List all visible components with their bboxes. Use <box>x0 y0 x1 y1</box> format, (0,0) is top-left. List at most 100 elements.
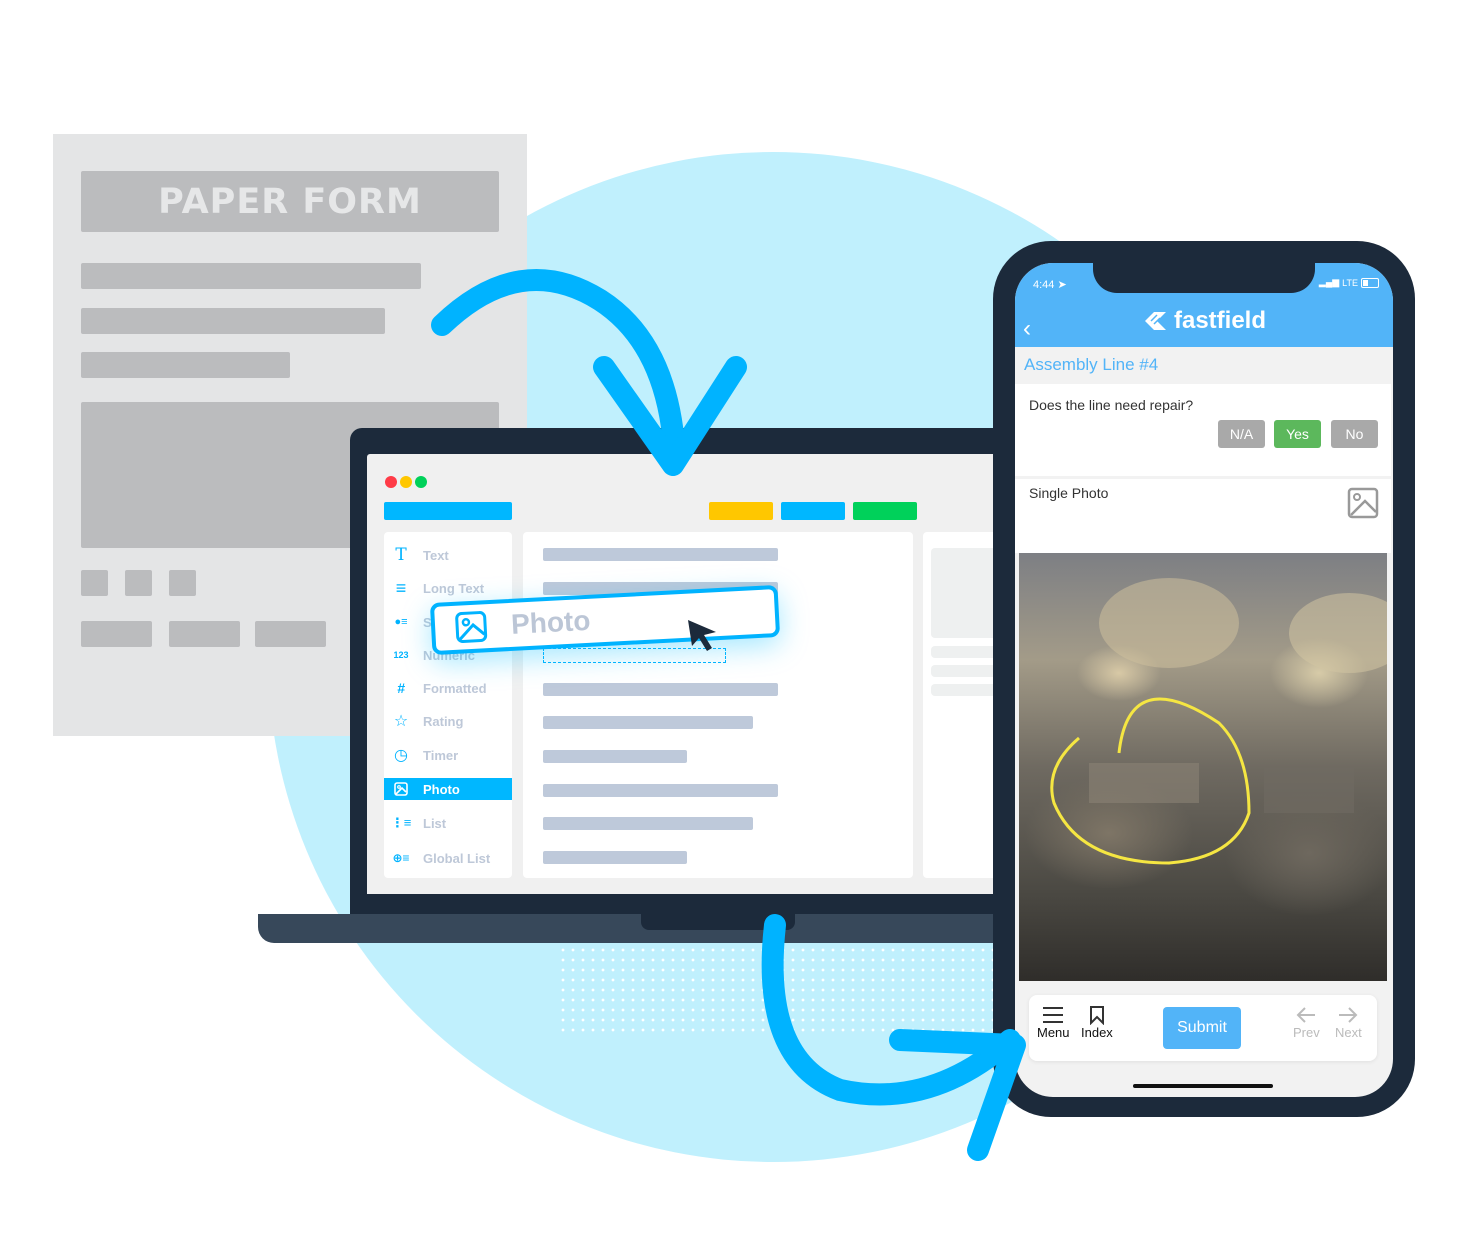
dragged-field-label: Photo <box>510 604 592 640</box>
option-yes-button[interactable]: Yes <box>1274 420 1321 448</box>
form-builder-window: T Text ≡ Long Text ●≡ Single 123 Numeric… <box>367 454 997 894</box>
palette-item-label: Formatted <box>423 680 487 696</box>
mouse-cursor-icon <box>688 620 716 651</box>
captured-photo[interactable] <box>1019 553 1387 981</box>
numeric-icon: 123 <box>393 650 409 660</box>
palette-item-text[interactable]: T Text <box>384 544 512 566</box>
palette-item-rating[interactable]: ☆ Rating <box>384 710 512 732</box>
question-single-photo: Single Photo <box>1015 479 1391 553</box>
hash-icon: # <box>397 680 405 696</box>
paper-checkbox <box>125 570 152 596</box>
submit-button[interactable]: Submit <box>1163 1007 1241 1049</box>
form-field-placeholder[interactable] <box>543 548 778 561</box>
window-maximize-button[interactable] <box>415 476 427 488</box>
form-canvas[interactable] <box>523 532 913 878</box>
palette-item-list[interactable]: ⋮≡ List <box>384 812 512 834</box>
status-time: 4:44 ➤ <box>1033 279 1067 291</box>
prev-label: Prev <box>1293 1025 1320 1040</box>
properties-line <box>931 665 997 677</box>
paper-line <box>81 308 385 334</box>
text-type-icon: T <box>395 545 407 565</box>
paper-checkbox <box>169 570 196 596</box>
laptop-base <box>258 914 998 943</box>
single-select-icon: ●≡ <box>394 616 408 628</box>
hamburger-icon <box>1043 1007 1064 1023</box>
form-field-placeholder[interactable] <box>543 851 687 864</box>
fastfield-logo-icon <box>1144 312 1166 330</box>
form-field-placeholder[interactable] <box>543 784 778 797</box>
battery-icon <box>1361 277 1379 288</box>
index-button[interactable]: Index <box>1081 1005 1113 1040</box>
properties-line <box>931 684 997 696</box>
phone-notch <box>1093 263 1315 293</box>
form-field-placeholder[interactable] <box>543 683 778 696</box>
app-name: fastfield <box>1173 307 1266 334</box>
properties-panel <box>923 532 997 878</box>
properties-preview <box>931 548 997 638</box>
palette-item-label: Text <box>423 547 449 563</box>
long-text-icon: ≡ <box>395 577 407 598</box>
list-icon: ⋮≡ <box>390 815 412 830</box>
form-field-placeholder[interactable] <box>543 750 687 763</box>
photo-icon <box>454 610 488 644</box>
signal-icon: ▂▄▆ <box>1318 277 1340 287</box>
photo-icon <box>384 782 418 796</box>
paper-checkbox <box>81 570 108 596</box>
next-button[interactable]: Next <box>1335 1005 1362 1040</box>
question-repair: Does the line need repair? N/A Yes No <box>1015 384 1391 476</box>
palette-item-label: Timer <box>423 747 459 763</box>
palette-item-formatted[interactable]: # Formatted <box>384 677 512 699</box>
next-label: Next <box>1335 1025 1362 1040</box>
arrow-left-icon <box>1296 1007 1316 1023</box>
form-name: Assembly Line #4 <box>1024 355 1159 374</box>
prev-button[interactable]: Prev <box>1293 1005 1320 1040</box>
global-list-icon: ⊕≡ <box>392 851 410 865</box>
paper-form-title: PAPER FORM <box>81 171 499 232</box>
app-header: 4:44 ➤ ▂▄▆ LTE ‹ fastfield <box>1015 263 1393 347</box>
bottom-navigation: Menu Index Submit Prev Next <box>1029 995 1377 1061</box>
status-indicators: ▂▄▆ LTE <box>1319 277 1379 288</box>
toolbar-button-blue[interactable] <box>781 502 845 520</box>
toolbar-title-bar <box>384 502 512 520</box>
app-logo: fastfield <box>1015 307 1393 335</box>
window-minimize-button[interactable] <box>400 476 412 488</box>
paper-line <box>81 263 421 289</box>
option-na-button[interactable]: N/A <box>1218 420 1265 448</box>
form-field-placeholder[interactable] <box>543 716 753 729</box>
field-palette: T Text ≡ Long Text ●≡ Single 123 Numeric… <box>384 532 512 878</box>
form-field-placeholder[interactable] <box>543 817 753 830</box>
option-no-button[interactable]: No <box>1331 420 1378 448</box>
palette-item-long-text[interactable]: ≡ Long Text <box>384 577 512 599</box>
bookmark-icon <box>1089 1006 1104 1025</box>
network-label: LTE <box>1342 277 1358 288</box>
paper-line <box>81 352 290 378</box>
paper-field <box>169 621 240 647</box>
arrow-right-icon <box>1339 1007 1358 1023</box>
palette-item-global-list[interactable]: ⊕≡ Global List <box>384 847 512 869</box>
star-icon: ☆ <box>393 713 409 730</box>
index-label: Index <box>1081 1025 1113 1040</box>
paper-field <box>255 621 326 647</box>
paper-field <box>81 621 152 647</box>
menu-label: Menu <box>1037 1025 1070 1040</box>
timer-icon: ◷ <box>394 747 408 764</box>
palette-item-label: Rating <box>423 713 464 729</box>
palette-item-label: Long Text <box>423 580 485 596</box>
toolbar-button-green[interactable] <box>853 502 917 520</box>
laptop-notch <box>641 914 795 930</box>
palette-item-timer[interactable]: ◷ Timer <box>384 744 512 766</box>
menu-button[interactable]: Menu <box>1037 1005 1070 1040</box>
dot-pattern <box>558 945 998 1035</box>
properties-line <box>931 646 997 658</box>
home-indicator <box>1133 1084 1273 1088</box>
palette-item-label: List <box>423 815 447 831</box>
phone-screen: 4:44 ➤ ▂▄▆ LTE ‹ fastfield Assembly Line… <box>1015 263 1393 1097</box>
toolbar-button-yellow[interactable] <box>709 502 773 520</box>
window-close-button[interactable] <box>385 476 397 488</box>
palette-item-label: Photo <box>423 781 460 797</box>
palette-item-photo[interactable]: Photo <box>384 778 512 800</box>
question-label: Does the line need repair? <box>1029 397 1194 413</box>
question-label: Single Photo <box>1029 485 1109 501</box>
palette-item-label: Global List <box>423 850 491 866</box>
add-photo-icon[interactable] <box>1347 487 1379 519</box>
